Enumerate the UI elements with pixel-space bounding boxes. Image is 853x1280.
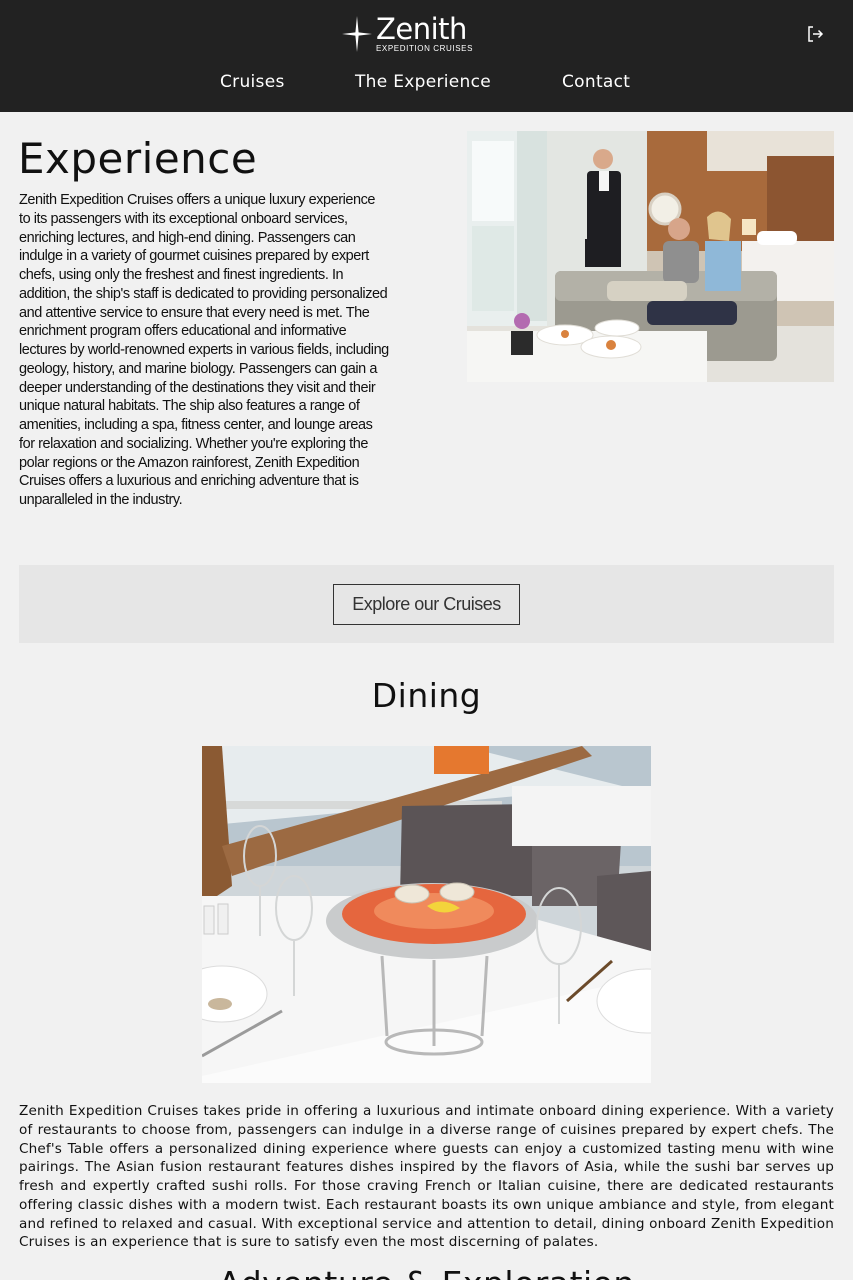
nav-item-the-experience[interactable]: The Experience [355, 68, 491, 96]
login-icon[interactable] [805, 24, 825, 44]
brand-name: Zenith [376, 12, 467, 46]
experience-heading: Experience [18, 134, 258, 183]
lounge-illustration [467, 131, 834, 382]
brand-wordmark: Zenith EXPEDITION CRUISES [376, 14, 473, 53]
dining-illustration [202, 746, 651, 1083]
adventure-exploration-heading: Adventure & Exploration [0, 1262, 853, 1280]
dining-description: Zenith Expedition Cruises takes pride in… [19, 1103, 834, 1251]
experience-description: Zenith Expedition Cruises offers a uniqu… [19, 192, 389, 508]
nav-item-contact[interactable]: Contact [562, 68, 630, 96]
dining-heading: Dining [371, 676, 482, 715]
site-header: Zenith EXPEDITION CRUISES Cruises The Ex… [0, 0, 853, 112]
brand-logo[interactable]: Zenith EXPEDITION CRUISES [342, 14, 473, 54]
nav-item-cruises[interactable]: Cruises [220, 68, 285, 96]
star-logo-icon [342, 16, 372, 52]
main-nav: Cruises The Experience Contact [0, 68, 853, 96]
explore-cruises-button[interactable]: Explore our Cruises [333, 584, 520, 625]
brand-tagline: EXPEDITION CRUISES [376, 44, 474, 53]
lounge-photo [467, 131, 834, 382]
dining-photo [202, 746, 651, 1083]
